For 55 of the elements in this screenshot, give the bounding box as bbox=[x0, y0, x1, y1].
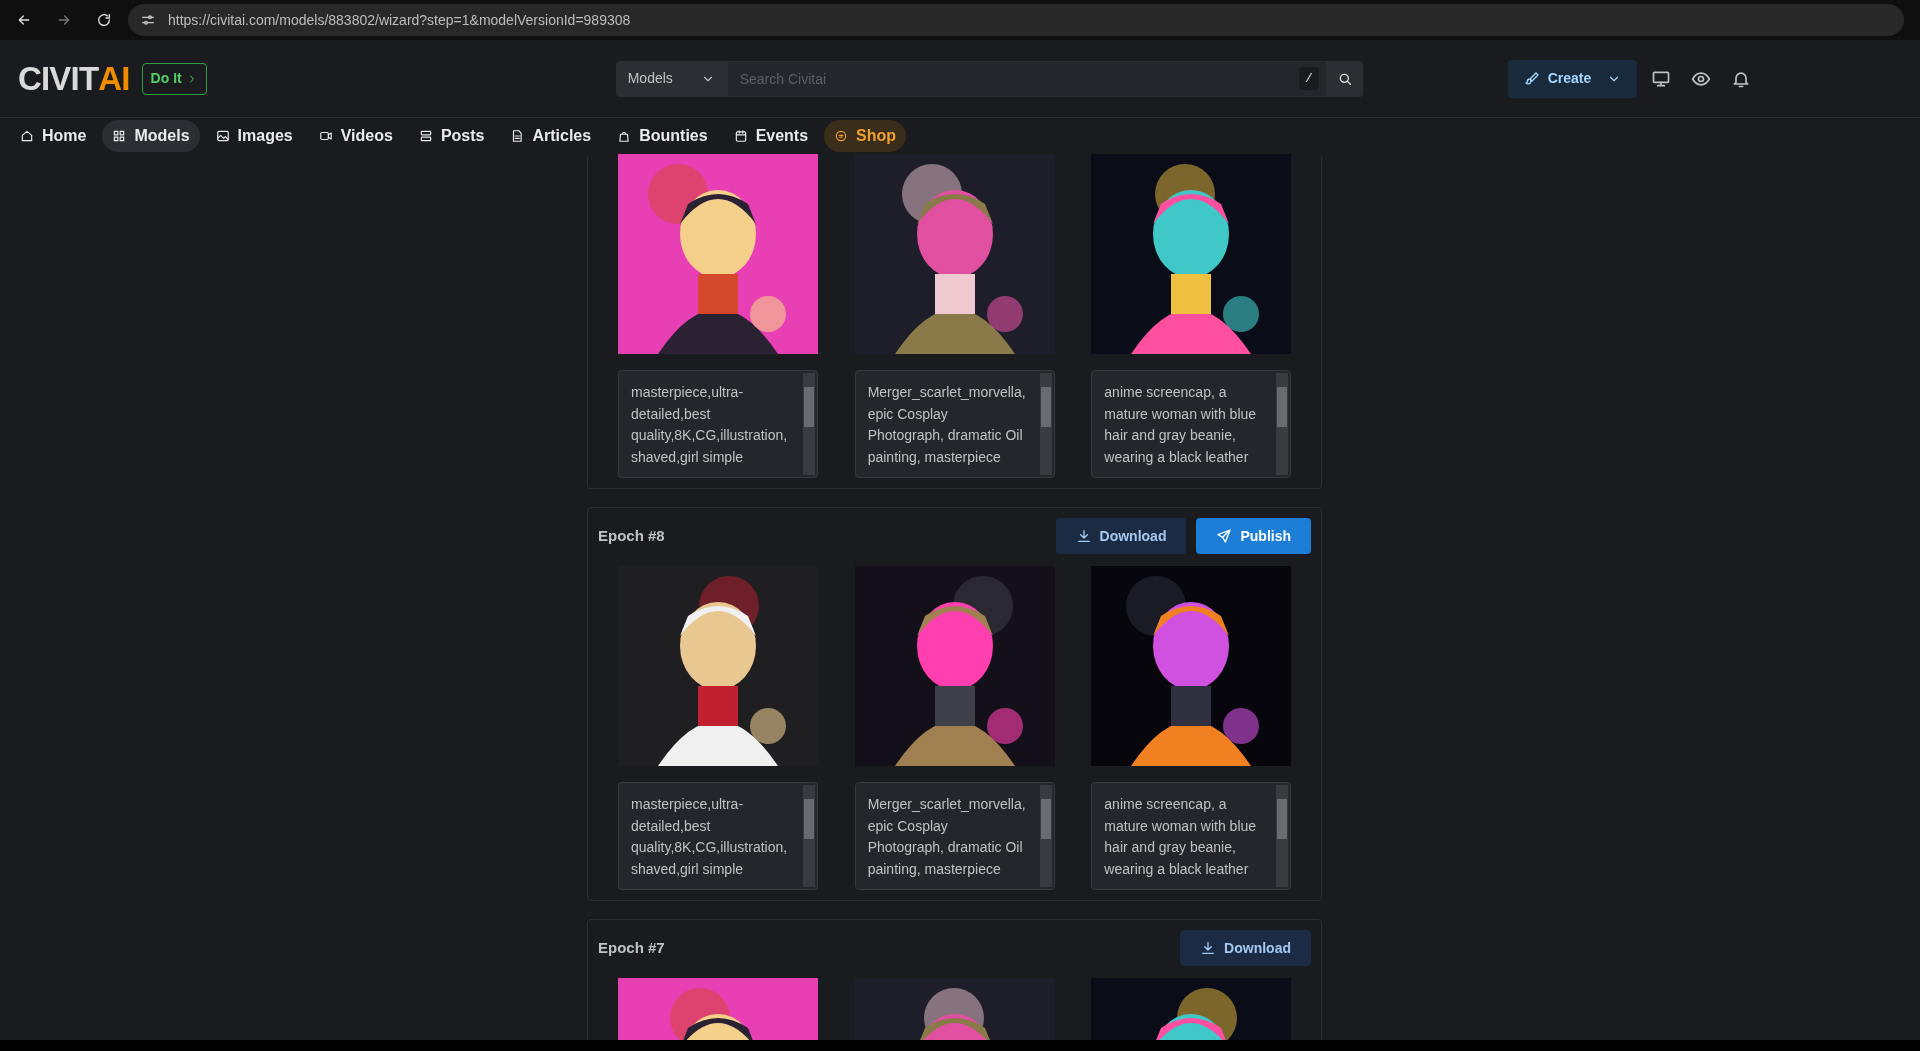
home-icon bbox=[20, 129, 34, 143]
search-scope-dropdown[interactable]: Models bbox=[615, 60, 727, 97]
prompt-text: anime screencap, a mature woman with blue hair and gray beanie, wearing a black leather bbox=[1104, 795, 1258, 879]
shop-icon bbox=[834, 129, 849, 143]
nav-tab[interactable]: Shop bbox=[824, 120, 907, 152]
nav-tab[interactable]: Articles bbox=[500, 120, 602, 152]
document-icon bbox=[510, 129, 525, 143]
prompt-textarea[interactable]: Merger_scarlet_morvella, epic Cosplay Photograph, dramatic Oil painting, masterpiece bbox=[854, 370, 1055, 478]
url-text: https://civitai.com/models/883802/wizard?step=1&modelVersionId=989308 bbox=[168, 10, 631, 30]
epoch-title: Epoch #8 bbox=[598, 525, 665, 546]
nav-tab[interactable]: Home bbox=[10, 120, 97, 152]
do-it-button[interactable]: Do It bbox=[141, 62, 207, 95]
scrollbar[interactable] bbox=[1039, 785, 1052, 887]
search-button[interactable] bbox=[1326, 60, 1363, 97]
prompt-text: anime screencap, a mature woman with blue hair and gray beanie, wearing a black leather bbox=[1104, 383, 1258, 467]
prompt-textarea[interactable]: Merger_scarlet_morvella, epic Cosplay Photograph, dramatic Oil painting, masterpiece bbox=[854, 782, 1055, 890]
nav-tab[interactable]: Videos bbox=[308, 120, 403, 152]
download-icon bbox=[1075, 528, 1092, 544]
prompt-textarea[interactable]: masterpiece,ultra-detailed,best quality,8K,CG,illustration, shaved,girl simple bbox=[618, 370, 818, 478]
image-icon bbox=[215, 129, 230, 143]
back-icon bbox=[16, 12, 32, 28]
reload-icon bbox=[96, 12, 112, 28]
scrollbar[interactable] bbox=[803, 373, 815, 475]
scrollbar[interactable] bbox=[1276, 373, 1289, 475]
scrollbar[interactable] bbox=[803, 785, 815, 887]
send-icon bbox=[1216, 528, 1233, 544]
prompt-text: masterpiece,ultra-detailed,best quality,8K,CG,illustration, shaved,girl simple bbox=[631, 383, 789, 467]
prompt-textarea[interactable]: anime screencap, a mature woman with blue hair and gray beanie, wearing a black leather bbox=[1091, 370, 1292, 478]
prompt-text: Merger_scarlet_morvella, epic Cosplay Photograph, dramatic Oil painting, masterpiece bbox=[867, 383, 1026, 467]
prompt-text: Merger_scarlet_morvella, epic Cosplay Photograph, dramatic Oil painting, masterpiece bbox=[867, 795, 1026, 879]
nav-tab[interactable]: Models bbox=[102, 120, 200, 152]
nav-tab[interactable]: Bounties bbox=[607, 120, 718, 152]
epoch-title: Epoch #7 bbox=[598, 937, 665, 958]
scrollbar[interactable] bbox=[1039, 373, 1052, 475]
download-button[interactable]: Download bbox=[1180, 930, 1311, 966]
prompt-textarea[interactable]: masterpiece,ultra-detailed,best quality,8K,CG,illustration, shaved,girl simple bbox=[618, 782, 818, 890]
download-button[interactable]: Download bbox=[1055, 518, 1187, 554]
logo[interactable]: CIVITAI bbox=[18, 62, 130, 95]
nav-tab[interactable]: Posts bbox=[408, 120, 495, 152]
prompt-textarea[interactable]: anime screencap, a mature woman with blue hair and gray beanie, wearing a black leather bbox=[1091, 782, 1292, 890]
video-camera-icon bbox=[318, 129, 333, 143]
bag-icon bbox=[617, 129, 632, 143]
forward-icon bbox=[56, 12, 72, 28]
nav-tab[interactable]: Events bbox=[723, 120, 819, 152]
address-bar[interactable]: https://civitai.com/models/883802/wizard?step=1&modelVersionId=989308 bbox=[128, 4, 1904, 36]
create-button[interactable]: Create bbox=[1507, 59, 1638, 98]
scrollbar[interactable] bbox=[1276, 785, 1289, 887]
grid-icon bbox=[112, 129, 127, 143]
publish-button[interactable]: Publish bbox=[1196, 518, 1311, 554]
brush-icon bbox=[1523, 70, 1540, 87]
list-icon bbox=[418, 129, 433, 143]
calendar-icon bbox=[733, 129, 748, 143]
download-icon bbox=[1200, 940, 1217, 956]
prompt-text: masterpiece,ultra-detailed,best quality,8K,CG,illustration, shaved,girl simple bbox=[631, 795, 789, 879]
nav-tab[interactable]: Images bbox=[205, 120, 303, 152]
